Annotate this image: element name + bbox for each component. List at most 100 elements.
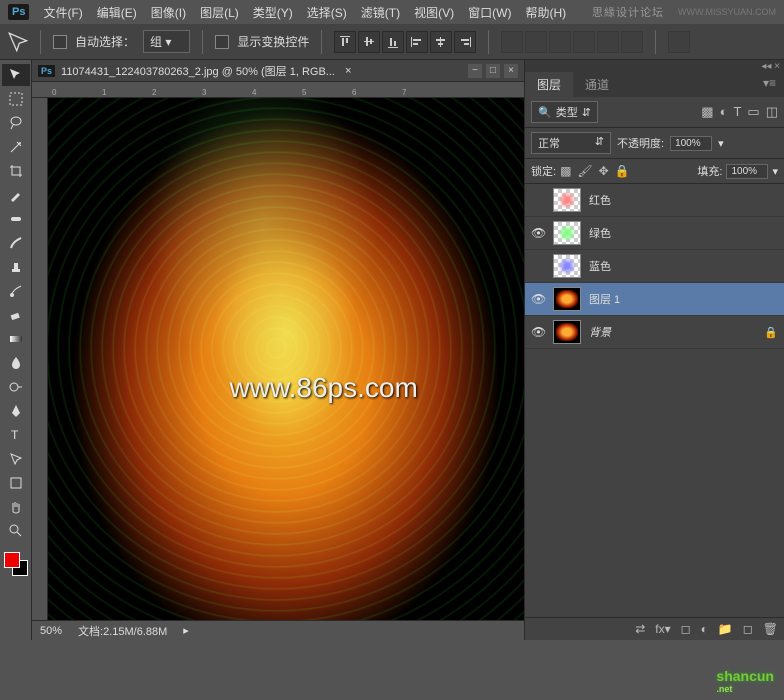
menu-edit[interactable]: 编辑(E): [97, 4, 137, 21]
document-tab[interactable]: Ps 11074431_122403780263_2.jpg @ 50% (图层…: [32, 60, 524, 82]
menu-window[interactable]: 窗口(W): [468, 4, 511, 21]
menu-layer[interactable]: 图层(L): [200, 4, 239, 21]
close-tab-icon[interactable]: ×: [345, 65, 351, 77]
heal-tool[interactable]: [2, 208, 30, 230]
layer-name[interactable]: 背景: [589, 324, 611, 340]
distribute-icon[interactable]: [597, 31, 619, 53]
lock-all-icon[interactable]: 🔒: [615, 164, 630, 178]
layer-row[interactable]: 👁 图层 1: [525, 283, 784, 316]
distribute-icon[interactable]: [501, 31, 523, 53]
layer-thumbnail[interactable]: [553, 254, 581, 278]
crop-tool[interactable]: [2, 160, 30, 182]
foreground-color[interactable]: [4, 552, 20, 568]
eraser-tool[interactable]: [2, 304, 30, 326]
eyedropper-tool[interactable]: [2, 184, 30, 206]
shape-tool[interactable]: [2, 472, 30, 494]
menu-filter[interactable]: 滤镜(T): [361, 4, 400, 21]
layer-row[interactable]: 红色: [525, 184, 784, 217]
filter-pixel-icon[interactable]: ▩: [701, 104, 713, 120]
stamp-tool[interactable]: [2, 256, 30, 278]
tab-channels[interactable]: 通道: [573, 72, 621, 97]
adjustment-layer-icon[interactable]: ◐: [701, 622, 708, 636]
panel-menu-icon[interactable]: ▾≡: [755, 72, 784, 97]
filter-adjust-icon[interactable]: ◐: [720, 104, 728, 120]
menu-image[interactable]: 图像(I): [151, 4, 186, 21]
color-swatches[interactable]: [4, 552, 28, 576]
link-layers-icon[interactable]: ⇄: [635, 622, 645, 636]
layer-mask-icon[interactable]: ◻: [681, 622, 691, 636]
menu-select[interactable]: 选择(S): [307, 4, 347, 21]
align-vcenter-icon[interactable]: [358, 31, 380, 53]
gradient-tool[interactable]: [2, 328, 30, 350]
opacity-input[interactable]: 100%: [670, 136, 712, 151]
layer-row[interactable]: 蓝色: [525, 250, 784, 283]
zoom-level[interactable]: 50%: [40, 625, 62, 637]
layer-name[interactable]: 图层 1: [589, 291, 620, 307]
lock-transparent-icon[interactable]: ▩: [560, 164, 571, 178]
lock-pixels-icon[interactable]: 🖌: [577, 164, 592, 178]
align-left-icon[interactable]: [406, 31, 428, 53]
doc-info[interactable]: 文档:2.15M/6.88M: [78, 623, 167, 639]
menu-type[interactable]: 类型(Y): [253, 4, 293, 21]
dodge-tool[interactable]: [2, 376, 30, 398]
panel-collapse-bar[interactable]: ◂◂ ×: [525, 60, 784, 72]
hand-tool[interactable]: [2, 496, 30, 518]
type-tool[interactable]: T: [2, 424, 30, 446]
distribute-icon[interactable]: [525, 31, 547, 53]
opacity-dropdown-icon[interactable]: ▾: [718, 137, 724, 150]
distribute-icon[interactable]: [621, 31, 643, 53]
pen-tool[interactable]: [2, 400, 30, 422]
fill-input[interactable]: 100%: [726, 164, 768, 179]
new-layer-icon[interactable]: ◻: [743, 622, 753, 636]
statusbar-arrow-icon[interactable]: ▸: [183, 624, 189, 637]
layer-fx-icon[interactable]: fx▾: [655, 622, 670, 636]
blend-mode-dropdown[interactable]: 正常⇵: [531, 132, 611, 154]
menu-help[interactable]: 帮助(H): [525, 4, 566, 21]
auto-select-checkbox[interactable]: [53, 35, 67, 49]
tab-layers[interactable]: 图层: [525, 72, 573, 97]
layer-thumbnail[interactable]: [553, 287, 581, 311]
filter-shape-icon[interactable]: ▭: [747, 104, 759, 120]
distribute-icon[interactable]: [549, 31, 571, 53]
minimize-icon[interactable]: −: [468, 64, 482, 78]
zoom-tool[interactable]: [2, 520, 30, 542]
layer-thumbnail[interactable]: [553, 320, 581, 344]
wand-tool[interactable]: [2, 136, 30, 158]
move-tool[interactable]: [2, 64, 30, 86]
distribute-icon[interactable]: [573, 31, 595, 53]
align-top-icon[interactable]: [334, 31, 356, 53]
history-brush-tool[interactable]: [2, 280, 30, 302]
filter-smart-icon[interactable]: ◫: [766, 104, 778, 120]
layer-name[interactable]: 蓝色: [589, 258, 611, 274]
align-right-icon[interactable]: [454, 31, 476, 53]
layer-row[interactable]: 👁 绿色: [525, 217, 784, 250]
visibility-toggle[interactable]: 👁: [531, 292, 545, 306]
layer-name[interactable]: 红色: [589, 192, 611, 208]
filter-type-icon[interactable]: T: [733, 104, 741, 120]
move-tool-icon[interactable]: [8, 32, 28, 52]
menu-file[interactable]: 文件(F): [43, 4, 82, 21]
layer-thumbnail[interactable]: [553, 188, 581, 212]
lock-position-icon[interactable]: ✥: [599, 164, 609, 178]
auto-select-dropdown[interactable]: 组 ▾: [143, 30, 190, 53]
layer-thumbnail[interactable]: [553, 221, 581, 245]
marquee-tool[interactable]: [2, 88, 30, 110]
path-select-tool[interactable]: [2, 448, 30, 470]
canvas[interactable]: www.86ps.com: [48, 98, 524, 620]
align-bottom-icon[interactable]: [382, 31, 404, 53]
auto-align-icon[interactable]: [668, 31, 690, 53]
brush-tool[interactable]: [2, 232, 30, 254]
visibility-toggle[interactable]: 👁: [531, 325, 545, 339]
visibility-toggle[interactable]: 👁: [531, 226, 545, 240]
blur-tool[interactable]: [2, 352, 30, 374]
filter-type-dropdown[interactable]: 🔍类型 ⇵: [531, 101, 598, 123]
lasso-tool[interactable]: [2, 112, 30, 134]
show-transform-checkbox[interactable]: [215, 35, 229, 49]
fill-dropdown-icon[interactable]: ▾: [772, 165, 778, 178]
menu-view[interactable]: 视图(V): [414, 4, 454, 21]
delete-layer-icon[interactable]: 🗑: [763, 622, 778, 636]
group-icon[interactable]: 📁: [718, 622, 733, 636]
maximize-icon[interactable]: □: [486, 64, 500, 78]
close-icon[interactable]: ×: [504, 64, 518, 78]
layer-row[interactable]: 👁 背景 🔒: [525, 316, 784, 349]
